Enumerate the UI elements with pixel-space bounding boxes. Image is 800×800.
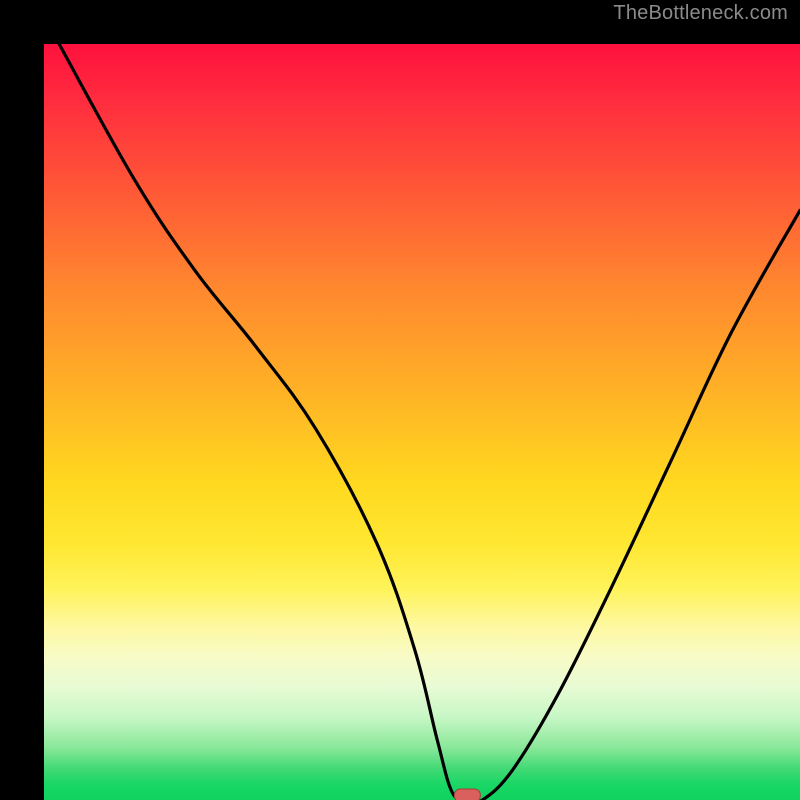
curve-group [59, 44, 800, 800]
plot-area [44, 44, 800, 800]
bottleneck-curve-path [59, 44, 800, 800]
optimal-point-marker [454, 789, 480, 800]
bottleneck-curve-svg [44, 44, 800, 800]
chart-frame [0, 0, 800, 800]
